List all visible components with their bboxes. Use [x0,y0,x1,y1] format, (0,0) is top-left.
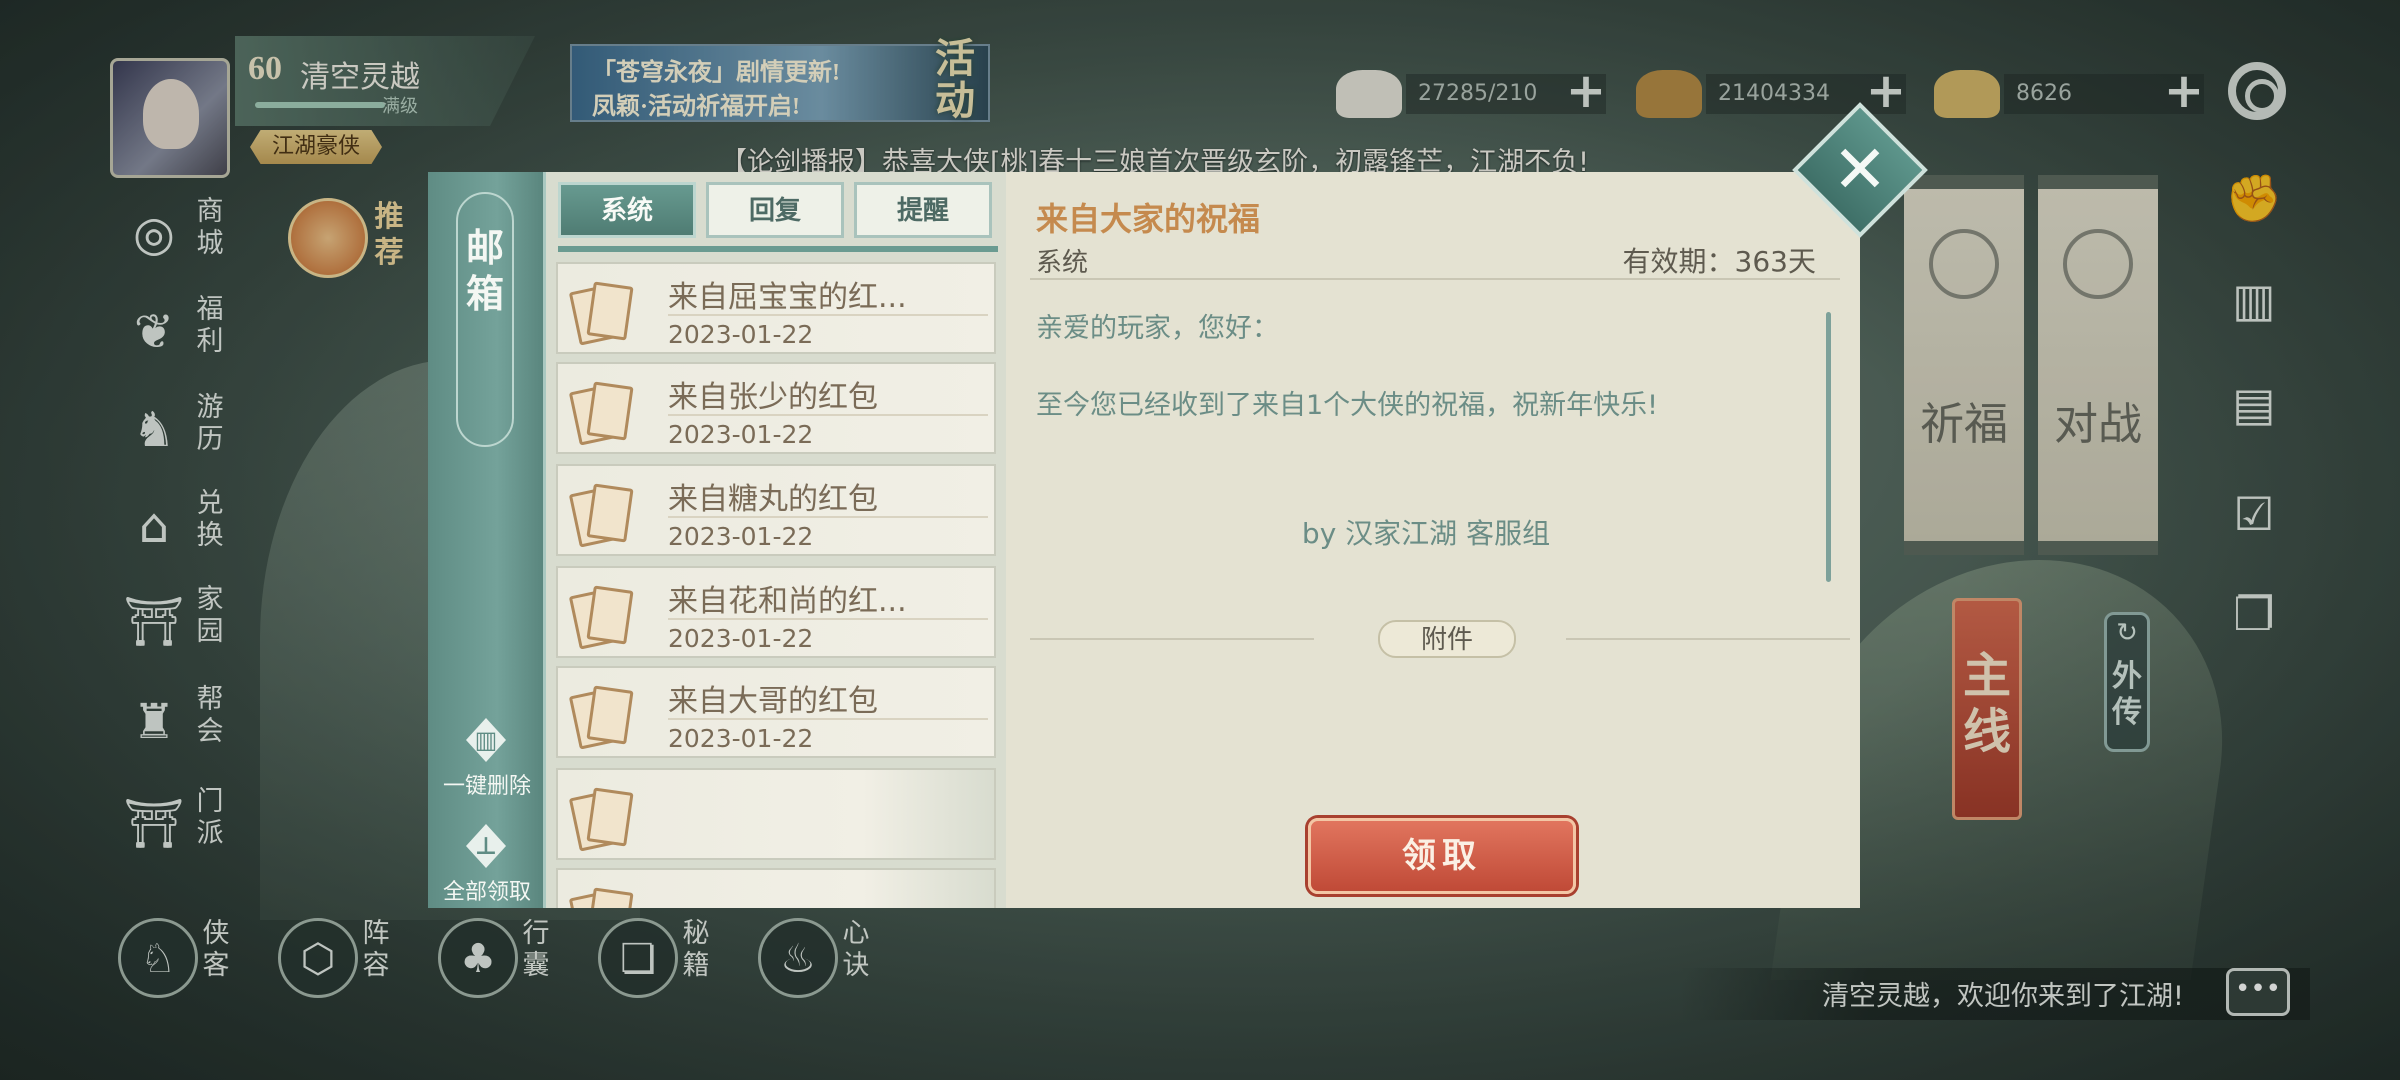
list-item[interactable]: 来自花和尚的红... 2023-01-22 [556,566,996,658]
mail-detail: 来自大家的祝福 系统 有效期：363天 亲爱的玩家，您好： 至今您已经收到了来自… [1006,172,1860,908]
mail-subject: 来自屈宝宝的红... [668,280,907,315]
red-envelope-icon [568,380,630,440]
red-envelope-icon [568,684,630,744]
tab-system[interactable]: 系统 [558,182,696,238]
list-item[interactable]: 来自屈宝宝的红... 2023-01-22 [556,262,996,354]
mail-list[interactable]: 系统 回复 提醒 来自屈宝宝的红... 2023-01-22 来自张少的红包 2… [546,172,1006,908]
claim-all-icon: ⊥ [466,824,506,868]
attachment-label: 附件 [1378,620,1516,658]
mail-subject: 来自花和尚的红... [668,584,907,619]
mail-message: 至今您已经收到了来自1个大侠的祝福，祝新年快乐! [1036,390,1659,421]
list-item[interactable]: 来自大哥的红包 2023-01-22 [556,666,996,758]
list-item[interactable]: 来自糖丸的红包 2023-01-22 [556,464,996,556]
mail-subject: 来自糖丸的红包 [668,482,878,517]
list-item[interactable] [556,768,996,860]
divider [1566,638,1850,640]
mail-separator [668,618,988,620]
mail-detail-expiry: 有效期：363天 [1622,245,1816,278]
mail-tabs: 系统 回复 提醒 [558,182,998,238]
mailbox-rail: 邮箱 ▥ 一键删除 ⊥ 全部领取 [428,172,546,908]
mailbox-title: 邮箱 [465,228,504,316]
claim-all-button[interactable]: ⊥ 全部领取 [428,824,546,912]
mail-greeting: 亲爱的玩家，您好： [1036,313,1279,344]
mail-date: 2023-01-22 [668,320,814,349]
mail-separator [668,516,988,518]
delete-all-label: 一键删除 [442,774,531,799]
mail-separator [668,718,988,720]
claim-all-label: 全部领取 [442,880,531,905]
trash-icon: ▥ [466,718,506,762]
mail-detail-scrollbar[interactable] [1826,312,1831,582]
red-envelope-icon [568,886,630,908]
red-envelope-icon [568,584,630,644]
red-envelope-icon [568,482,630,542]
mail-separator [668,414,988,416]
list-item[interactable] [556,868,996,908]
mail-date: 2023-01-22 [668,522,814,551]
red-envelope-icon [568,280,630,340]
mail-subject: 来自大哥的红包 [668,684,878,719]
mail-detail-sender: 系统 [1036,248,1089,278]
tab-underline [558,246,998,252]
mail-date: 2023-01-22 [668,420,814,449]
mail-date: 2023-01-22 [668,624,814,653]
red-envelope-icon [568,786,630,846]
mail-detail-title: 来自大家的祝福 [1036,200,1261,238]
divider [1030,278,1840,280]
mail-date: 2023-01-22 [668,724,814,753]
tab-reply[interactable]: 回复 [706,182,844,238]
tab-reminder[interactable]: 提醒 [854,182,992,238]
mailbox-title-frame: 邮箱 [456,192,514,447]
mail-subject: 来自张少的红包 [668,380,878,415]
list-item[interactable]: 来自张少的红包 2023-01-22 [556,362,996,454]
delete-all-button[interactable]: ▥ 一键删除 [428,718,546,806]
claim-button[interactable]: 领取 [1308,818,1576,894]
close-icon[interactable]: ✕ [1812,122,1908,218]
divider [1030,638,1314,640]
mail-detail-body: 亲爱的玩家，您好： 至今您已经收到了来自1个大侠的祝福，祝新年快乐! by 汉家… [1036,306,1816,552]
mail-signature: by 汉家江湖 客服组 [1301,517,1551,550]
mail-separator [668,314,988,316]
